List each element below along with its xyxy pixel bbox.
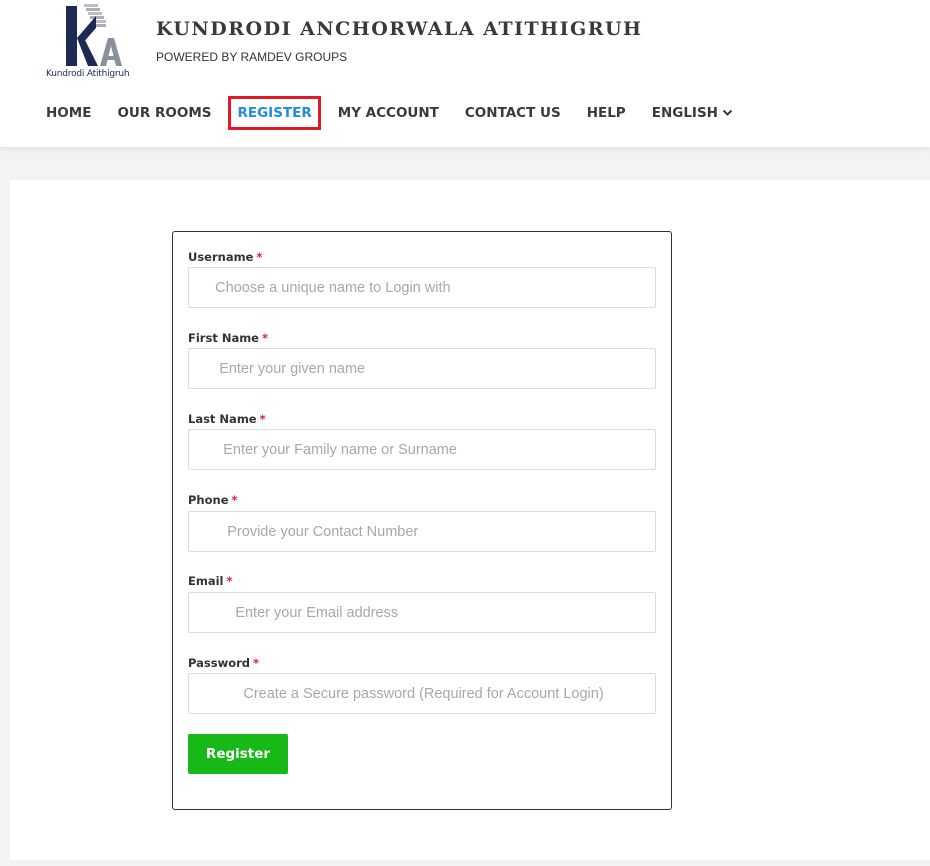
nav-register[interactable]: REGISTER — [228, 96, 321, 130]
nav-home-label: HOME — [46, 105, 92, 121]
username-label: Username * — [188, 250, 263, 264]
nav-my-account-label: MY ACCOUNT — [337, 105, 439, 121]
first-name-input[interactable] — [188, 348, 656, 389]
nav-our-rooms-label: OUR ROOMS — [117, 105, 212, 121]
site-logo[interactable]: Kundrodi Atithigruh — [46, 4, 138, 82]
main-nav: HOME OUR ROOMS REGISTER MY ACCOUNT CONTA… — [46, 96, 759, 130]
nav-help[interactable]: HELP — [587, 105, 626, 121]
first-name-label: First Name * — [188, 331, 268, 345]
nav-contact-us[interactable]: CONTACT US — [465, 105, 561, 121]
required-marker: * — [231, 493, 238, 507]
phone-input[interactable] — [188, 511, 656, 552]
username-input[interactable] — [188, 267, 656, 308]
nav-register-label: REGISTER — [237, 105, 312, 121]
site-tagline: POWERED BY RAMDEV GROUPS — [156, 50, 348, 64]
site-header: Kundrodi Atithigruh KUNDRODI ANCHORWALA … — [0, 0, 930, 147]
required-marker: * — [261, 331, 268, 345]
chevron-down-icon — [722, 105, 733, 121]
last-name-label: Last Name * — [188, 412, 266, 426]
required-marker: * — [256, 250, 263, 264]
nav-my-account[interactable]: MY ACCOUNT — [338, 105, 439, 121]
logo-mark-icon — [66, 4, 122, 66]
logo-caption: Kundrodi Atithigruh — [46, 69, 130, 79]
email-label: Email * — [188, 574, 233, 588]
site-title: KUNDRODI ANCHORWALA ATITHIGRUH — [156, 18, 643, 40]
nav-contact-us-label: CONTACT US — [464, 105, 561, 121]
nav-home[interactable]: HOME — [46, 105, 91, 121]
password-label: Password * — [188, 656, 260, 670]
nav-language-label: ENGLISH — [651, 105, 718, 121]
password-input[interactable] — [188, 673, 656, 714]
nav-language-dropdown[interactable]: ENGLISH — [652, 105, 733, 121]
nav-our-rooms[interactable]: OUR ROOMS — [117, 105, 211, 121]
register-button[interactable]: Register — [188, 734, 288, 774]
required-marker: * — [226, 574, 233, 588]
required-marker: * — [259, 412, 266, 426]
nav-help-label: HELP — [586, 105, 626, 121]
required-marker: * — [253, 656, 260, 670]
phone-label: Phone * — [188, 493, 238, 507]
registration-form: Username* First Name* Last Name* Phone* … — [172, 231, 672, 810]
last-name-input[interactable] — [188, 429, 656, 470]
email-input[interactable] — [188, 592, 656, 633]
